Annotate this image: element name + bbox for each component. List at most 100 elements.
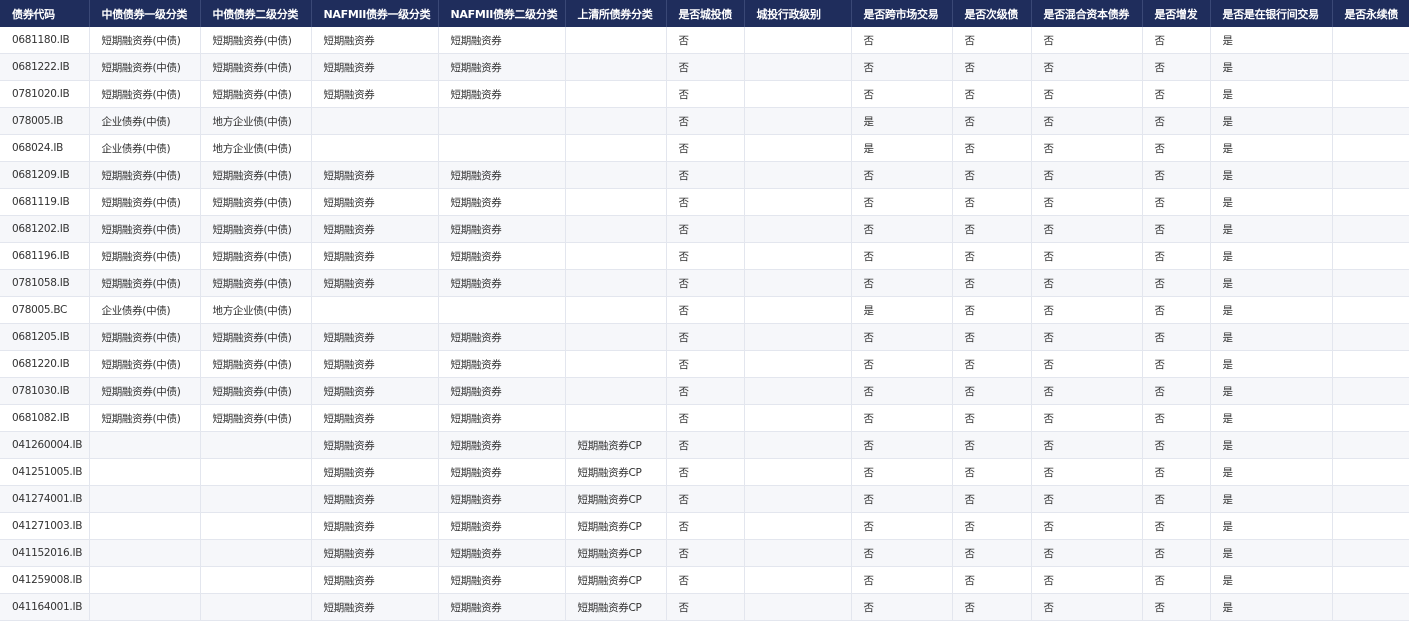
table-cell: 短期融资券(中债) <box>89 80 201 108</box>
table-cell: 否 <box>666 377 745 405</box>
table-cell: 否 <box>666 107 745 135</box>
table-row[interactable]: 041164001.IB 短期融资券 短期融资券 短期融资券CP 否否否否否是 <box>0 593 1409 621</box>
table-cell: 短期融资券 <box>438 215 566 243</box>
table-cell <box>744 27 852 54</box>
table-cell <box>1332 458 1409 486</box>
column-header[interactable]: 是否增发 <box>1142 0 1211 27</box>
table-cell <box>1332 566 1409 594</box>
column-header[interactable]: 是否永续债 <box>1332 0 1409 27</box>
table-cell: 短期融资券 <box>311 161 439 189</box>
table-row[interactable]: 068024.IB 企业债券(中债) 地方企业债(中债) 否是否否否是 <box>0 134 1409 162</box>
table-cell <box>1332 80 1409 108</box>
table-cell <box>565 350 667 378</box>
table-row[interactable]: 0781020.IB 短期融资券(中债) 短期融资券(中债) 短期融资券 短期融资券否否… <box>0 80 1409 108</box>
table-cell: 短期融资券(中债) <box>200 323 312 351</box>
column-header[interactable]: 是否混合资本债券 <box>1031 0 1143 27</box>
table-cell: 企业债券(中债) <box>89 107 201 135</box>
table-cell <box>744 107 852 135</box>
table-cell: 否 <box>1031 350 1143 378</box>
table-row[interactable]: 041152016.IB 短期融资券 短期融资券 短期融资券CP 否否否否否是 <box>0 539 1409 567</box>
bond-code-cell: 0681202.IB <box>0 215 90 243</box>
table-cell: 否 <box>666 188 745 216</box>
table-cell: 否 <box>952 566 1032 594</box>
table-row[interactable]: 041251005.IB 短期融资券 短期融资券 短期融资券CP 否否否否否是 <box>0 458 1409 486</box>
table-cell: 短期融资券(中债) <box>89 27 201 54</box>
table-cell: 否 <box>851 350 953 378</box>
table-cell: 短期融资券(中债) <box>89 350 201 378</box>
table-cell: 否 <box>666 350 745 378</box>
table-cell <box>89 431 201 459</box>
table-cell <box>1332 485 1409 513</box>
table-row[interactable]: 0681196.IB 短期融资券(中债) 短期融资券(中债) 短期融资券 短期融资券否否… <box>0 242 1409 270</box>
column-header[interactable]: NAFMII债券一级分类 <box>311 0 439 27</box>
table-row[interactable]: 078005.IB 企业债券(中债) 地方企业债(中债) 否是否否否是 <box>0 107 1409 135</box>
table-cell: 否 <box>1031 215 1143 243</box>
table-cell: 短期融资券 <box>311 350 439 378</box>
bond-code-cell: 041251005.IB <box>0 458 90 486</box>
table-row[interactable]: 0681180.IB 短期融资券(中债) 短期融资券(中债) 短期融资券 短期融资券否否… <box>0 27 1409 54</box>
table-cell: 否 <box>952 323 1032 351</box>
table-cell: 是 <box>1210 242 1333 270</box>
table-cell: 否 <box>952 485 1032 513</box>
table-row[interactable]: 0681222.IB 短期融资券(中债) 短期融资券(中债) 短期融资券 短期融资券否否… <box>0 53 1409 81</box>
table-cell: 短期融资券 <box>438 404 566 432</box>
column-header[interactable]: NAFMII债券二级分类 <box>438 0 566 27</box>
table-cell: 否 <box>851 377 953 405</box>
bond-code-cell: 041164001.IB <box>0 593 90 621</box>
table-cell <box>744 296 852 324</box>
table-row[interactable]: 0781058.IB 短期融资券(中债) 短期融资券(中债) 短期融资券 短期融资券否否… <box>0 269 1409 297</box>
table-cell: 否 <box>1142 458 1211 486</box>
table-cell: 否 <box>666 269 745 297</box>
table-row[interactable]: 041260004.IB 短期融资券 短期融资券 短期融资券CP 否否否否否是 <box>0 431 1409 459</box>
table-cell: 否 <box>1031 269 1143 297</box>
table-cell: 是 <box>1210 350 1333 378</box>
table-row[interactable]: 041271003.IB 短期融资券 短期融资券 短期融资券CP 否否否否否是 <box>0 512 1409 540</box>
table-cell: 否 <box>851 539 953 567</box>
table-cell: 短期融资券(中债) <box>89 215 201 243</box>
column-header[interactable]: 是否是在银行间交易 <box>1210 0 1333 27</box>
table-cell: 否 <box>666 242 745 270</box>
column-header[interactable]: 中债债券一级分类 <box>89 0 201 27</box>
table-cell <box>438 134 566 162</box>
table-cell <box>565 53 667 81</box>
table-row[interactable]: 0681205.IB 短期融资券(中债) 短期融资券(中债) 短期融资券 短期融资券否否… <box>0 323 1409 351</box>
table-cell: 是 <box>1210 107 1333 135</box>
table-cell: 否 <box>666 485 745 513</box>
table-cell: 否 <box>666 80 745 108</box>
table-cell: 否 <box>1031 53 1143 81</box>
table-cell: 短期融资券CP <box>565 512 667 540</box>
table-cell: 短期融资券CP <box>565 566 667 594</box>
table-cell <box>565 323 667 351</box>
table-cell: 否 <box>1031 27 1143 54</box>
table-cell: 是 <box>1210 80 1333 108</box>
bond-code-cell: 0681209.IB <box>0 161 90 189</box>
table-row[interactable]: 0681220.IB 短期融资券(中债) 短期融资券(中债) 短期融资券 短期融资券否否… <box>0 350 1409 378</box>
table-cell: 否 <box>1142 215 1211 243</box>
column-header[interactable]: 债券代码 <box>0 0 90 27</box>
table-cell: 否 <box>1142 377 1211 405</box>
column-header[interactable]: 中债债券二级分类 <box>200 0 312 27</box>
table-cell: 短期融资券 <box>311 566 439 594</box>
column-header[interactable]: 是否跨市场交易 <box>851 0 953 27</box>
table-row[interactable]: 041274001.IB 短期融资券 短期融资券 短期融资券CP 否否否否否是 <box>0 485 1409 513</box>
table-row[interactable]: 0681082.IB 短期融资券(中债) 短期融资券(中债) 短期融资券 短期融资券否否… <box>0 404 1409 432</box>
table-cell: 否 <box>666 431 745 459</box>
table-row[interactable]: 0681209.IB 短期融资券(中债) 短期融资券(中债) 短期融资券 短期融资券否否… <box>0 161 1409 189</box>
bond-code-cell: 0681220.IB <box>0 350 90 378</box>
table-row[interactable]: 0781030.IB 短期融资券(中债) 短期融资券(中债) 短期融资券 短期融资券否否… <box>0 377 1409 405</box>
bond-code-cell: 041259008.IB <box>0 566 90 594</box>
table-cell: 否 <box>851 566 953 594</box>
column-header[interactable]: 上清所债券分类 <box>565 0 667 27</box>
column-header[interactable]: 是否城投债 <box>666 0 745 27</box>
column-header[interactable]: 是否次级债 <box>952 0 1032 27</box>
table-cell: 否 <box>1031 512 1143 540</box>
table-cell: 地方企业债(中债) <box>200 107 312 135</box>
table-cell: 短期融资券(中债) <box>89 188 201 216</box>
table-row[interactable]: 0681119.IB 短期融资券(中债) 短期融资券(中债) 短期融资券 短期融资券否否… <box>0 188 1409 216</box>
table-row[interactable]: 041259008.IB 短期融资券 短期融资券 短期融资券CP 否否否否否是 <box>0 566 1409 594</box>
table-row[interactable]: 0681202.IB 短期融资券(中债) 短期融资券(中债) 短期融资券 短期融资券否否… <box>0 215 1409 243</box>
table-row[interactable]: 078005.BC 企业债券(中债) 地方企业债(中债) 否是否否否是 <box>0 296 1409 324</box>
column-header[interactable]: 城投行政级别 <box>744 0 852 27</box>
table-cell <box>1332 404 1409 432</box>
table-cell: 否 <box>666 53 745 81</box>
